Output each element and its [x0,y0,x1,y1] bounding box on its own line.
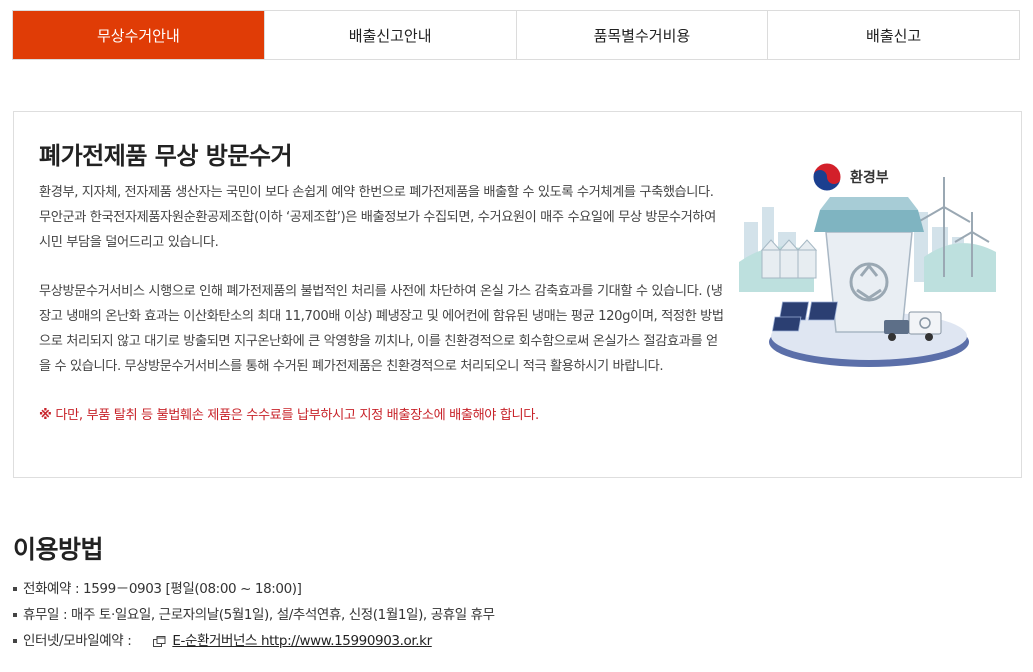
intro-paragraph: 환경부, 지자체, 전자제품 생산자는 국민이 보다 손쉽게 예약 한번으로 폐… [39,185,716,250]
e-governance-link[interactable]: E-순환거버넌스 http://www.15990903.or.kr [153,630,432,652]
usage-list: 전화예약 : 1599－0903 [평일(08:00 ~ 18:00)] 휴무일… [13,576,495,654]
list-item: 인터넷/모바일예약 : E-순환거버넌스 http://www.15990903… [13,628,495,654]
intro-title: 폐가전제품 무상 방문수거 [39,142,293,170]
bullet [13,639,17,643]
notice-message: 다만, 부품 탈취 등 불법훼손 제품은 수수료를 납부하시고 지정 배출장소에… [55,408,539,423]
holiday-text: 휴무일 : 매주 토·일요일, 근로자의날(5월1일), 설/추석연휴, 신정(… [23,607,495,623]
tab-bar: 무상수거안내 배출신고안내 품목별수거비용 배출신고 [12,10,1020,60]
list-item: 전화예약 : 1599－0903 [평일(08:00 ~ 18:00)] [13,576,495,602]
tab-free-collection-guide[interactable]: 무상수거안내 [13,11,264,59]
online-reservation-label: 인터넷/모바일예약 : [23,633,132,649]
list-item: 휴무일 : 매주 토·일요일, 근로자의날(5월1일), 설/추석연휴, 신정(… [13,602,495,628]
phone-reservation-text: 전화예약 : 1599－0903 [평일(08:00 ~ 18:00)] [23,581,302,597]
mark-icon: ※ [39,408,52,423]
tab-item-collection-cost[interactable]: 품목별수거비용 [515,11,768,59]
e-governance-link-text: E-순환거버넌스 http://www.15990903.or.kr [172,633,432,649]
new-window-icon [153,635,166,647]
bullet [13,587,17,591]
bullet [13,613,17,617]
recycling-illustration [739,177,996,367]
intro-paragraph: 무상방문수거서비스 시행으로 인해 폐가전제품의 불법적인 처리를 사전에 차단… [39,284,724,374]
notice-text: ※ 다만, 부품 탈취 등 불법훼손 제품은 수수료를 납부하시고 지정 배출장소… [39,403,729,428]
tab-disposal-report[interactable]: 배출신고 [767,11,1019,59]
tab-disposal-report-guide[interactable]: 배출신고안내 [263,11,516,59]
intro-body: 환경부, 지자체, 전자제품 생산자는 국민이 보다 손쉽게 예약 한번으로 폐… [39,180,729,428]
intro-card: 폐가전제품 무상 방문수거 환경부, 지자체, 전자제품 생산자는 국민이 보다… [13,111,1022,478]
usage-title: 이용방법 [13,535,104,564]
